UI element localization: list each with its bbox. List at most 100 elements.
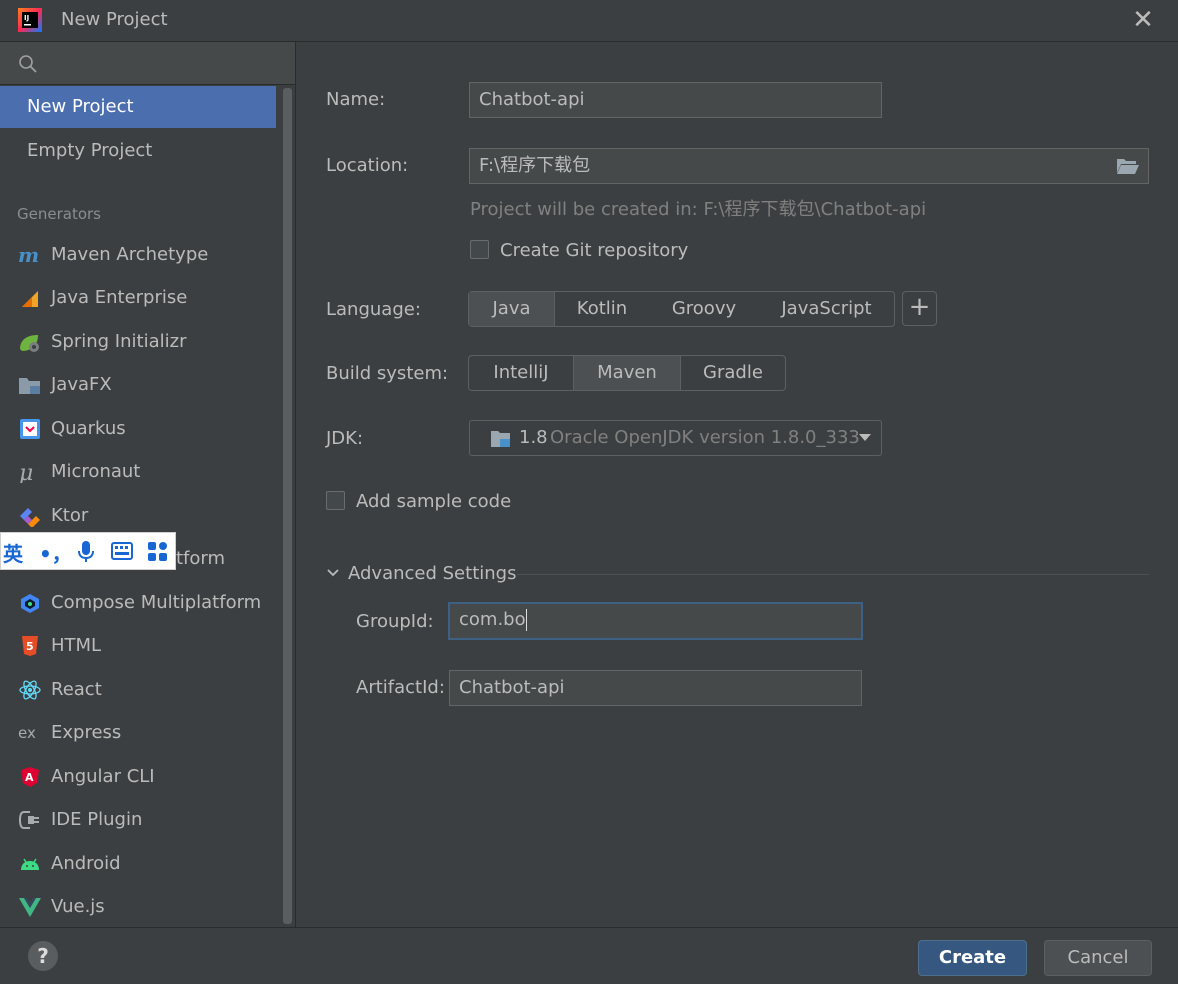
sidebar-item-label: Express	[51, 722, 122, 743]
name-label: Name:	[326, 89, 386, 110]
generators-section-label: Generators	[17, 205, 101, 223]
project-type-sidebar: New Project Empty Project Generators m M…	[0, 42, 296, 927]
folder-browse-icon[interactable]	[1116, 157, 1140, 175]
sidebar-item-micronaut[interactable]: μ Micronaut	[0, 451, 276, 493]
text-caret	[525, 609, 527, 631]
react-icon	[19, 680, 41, 700]
micronaut-icon: μ	[19, 461, 33, 483]
add-language-button[interactable]: +	[902, 291, 937, 326]
sidebar-item-compose-multiplatform[interactable]: Compose Multiplatform	[0, 582, 276, 624]
jdk-folder-icon	[491, 431, 510, 447]
maven-icon: m	[18, 244, 39, 266]
sidebar-item-label: Vue.js	[51, 896, 105, 917]
chevron-down-icon	[859, 434, 871, 441]
compose-icon	[21, 594, 39, 613]
advanced-settings-toggle[interactable]: Advanced Settings	[348, 563, 516, 584]
build-option-maven[interactable]: Maven	[573, 356, 681, 390]
sidebar-item-label: Quarkus	[51, 418, 126, 439]
sidebar-item-label: HTML	[51, 635, 102, 656]
sidebar-item-quarkus[interactable]: Quarkus	[0, 408, 276, 450]
dialog-footer: ? Create Cancel	[0, 927, 1178, 984]
cancel-button[interactable]: Cancel	[1044, 940, 1152, 976]
title-bar: IJ New Project ✕	[0, 0, 1178, 42]
sidebar-item-maven-archetype[interactable]: m Maven Archetype	[0, 234, 276, 276]
sidebar-item-label: Compose Multiplatform	[51, 592, 262, 613]
svg-text:A: A	[25, 771, 34, 784]
sidebar-scrollbar[interactable]	[283, 88, 292, 924]
sidebar-item-new-project[interactable]: New Project	[0, 86, 276, 128]
language-selector: Java Kotlin Groovy JavaScript	[468, 291, 895, 327]
sidebar-item-label: React	[51, 679, 102, 700]
plugin-icon	[18, 811, 39, 829]
sidebar-item-ktor[interactable]: Ktor	[0, 495, 276, 537]
sidebar-item-empty-project[interactable]: Empty Project	[0, 130, 276, 172]
keyboard-icon[interactable]	[111, 542, 133, 560]
jdk-dropdown[interactable]: 1.8 Oracle OpenJDK version 1.8.0_333	[469, 420, 882, 456]
vue-icon	[19, 898, 41, 917]
location-hint: Project will be created in: F:\程序下载包\Cha…	[470, 199, 927, 220]
sidebar-item-angular-cli[interactable]: A Angular CLI	[0, 756, 276, 798]
close-icon[interactable]: ✕	[1131, 6, 1155, 34]
language-option-java[interactable]: Java	[469, 292, 555, 326]
language-option-javascript[interactable]: JavaScript	[759, 292, 894, 326]
language-option-groovy[interactable]: Groovy	[649, 292, 759, 326]
spring-icon	[20, 335, 39, 352]
svg-text:ex: ex	[18, 724, 36, 742]
build-option-gradle[interactable]: Gradle	[681, 356, 785, 390]
toolbox-grid-icon[interactable]	[147, 541, 169, 563]
sidebar-item-react[interactable]: React	[0, 669, 276, 711]
build-system-selector: IntelliJ Maven Gradle	[468, 355, 786, 391]
sidebar-item-vuejs[interactable]: Vue.js	[0, 886, 276, 928]
language-label: Language:	[326, 299, 421, 320]
java-enterprise-icon	[22, 291, 38, 307]
sidebar-item-express[interactable]: ex Express	[0, 712, 276, 754]
sidebar-item-label: New Project	[27, 96, 134, 117]
artifactid-field[interactable]: Chatbot-api	[449, 670, 862, 706]
quarkus-icon	[20, 419, 40, 439]
advanced-settings-divider	[517, 574, 1149, 575]
ktor-icon	[20, 508, 40, 527]
jdk-detail: Oracle OpenJDK version 1.8.0_333	[550, 427, 860, 448]
help-button[interactable]: ?	[28, 941, 58, 971]
sidebar-item-spring-initializr[interactable]: Spring Initializr	[0, 321, 276, 363]
ime-toolbar[interactable]: 英 •，	[0, 532, 176, 570]
sidebar-item-java-enterprise[interactable]: Java Enterprise	[0, 277, 276, 319]
android-icon	[21, 858, 39, 870]
search-input[interactable]	[0, 42, 295, 85]
jdk-version: 1.8	[519, 427, 548, 448]
groupid-field[interactable]: com.bo	[448, 602, 863, 640]
html5-icon: 5	[22, 636, 38, 656]
sidebar-item-label: Empty Project	[27, 140, 153, 161]
add-sample-code-checkbox[interactable]	[326, 491, 345, 510]
create-git-repository-checkbox[interactable]	[470, 240, 489, 259]
svg-text:IJ: IJ	[24, 14, 29, 22]
sidebar-item-label: IDE Plugin	[51, 809, 143, 830]
express-icon: ex	[18, 724, 36, 742]
create-git-repository-label[interactable]: Create Git repository	[500, 240, 688, 261]
sidebar-item-label: Android	[51, 853, 121, 874]
sidebar-item-ide-plugin[interactable]: IDE Plugin	[0, 799, 276, 841]
sidebar-item-html[interactable]: 5 HTML	[0, 625, 276, 667]
groupid-label: GroupId:	[356, 611, 434, 632]
angular-icon: A	[21, 767, 39, 787]
chevron-down-icon[interactable]	[326, 566, 340, 580]
svg-text:5: 5	[26, 640, 34, 653]
location-field[interactable]: F:\程序下载包	[469, 148, 1149, 184]
sidebar-item-label: tform	[176, 548, 226, 569]
name-field[interactable]: Chatbot-api	[469, 82, 882, 118]
language-option-kotlin[interactable]: Kotlin	[555, 292, 649, 326]
sidebar-item-javafx[interactable]: JavaFX	[0, 364, 276, 406]
svg-text:m: m	[18, 244, 39, 266]
build-system-label: Build system:	[326, 363, 449, 384]
sidebar-item-label: Micronaut	[51, 461, 141, 482]
search-icon	[19, 55, 37, 73]
microphone-icon[interactable]	[77, 540, 95, 564]
build-option-intellij[interactable]: IntelliJ	[469, 356, 573, 390]
ime-language-toggle[interactable]: 英	[3, 538, 23, 567]
sidebar-item-label: Java Enterprise	[51, 287, 188, 308]
sidebar-item-android[interactable]: Android	[0, 843, 276, 885]
add-sample-code-label[interactable]: Add sample code	[356, 491, 511, 512]
ime-punctuation-toggle[interactable]: •，	[39, 538, 72, 567]
location-value: F:\程序下载包	[479, 155, 591, 176]
create-button[interactable]: Create	[918, 940, 1027, 976]
